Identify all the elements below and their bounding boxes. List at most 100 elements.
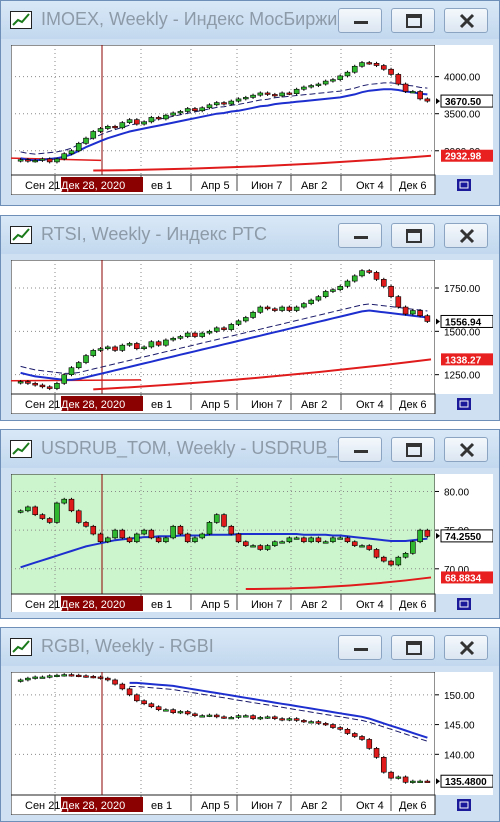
candle[interactable]	[351, 275, 358, 282]
candle[interactable]	[221, 102, 227, 105]
candle[interactable]	[308, 299, 314, 304]
candle[interactable]	[272, 541, 278, 546]
candle[interactable]	[17, 381, 24, 384]
candle[interactable]	[39, 384, 46, 388]
candle[interactable]	[279, 718, 285, 721]
minimize-button[interactable]	[338, 223, 382, 248]
chart-plot-area[interactable]: 80.0075.0070.0074.255068.8834Сен 21Дек 2…	[11, 474, 493, 614]
candle[interactable]	[250, 311, 256, 318]
candle[interactable]	[228, 324, 235, 330]
candle[interactable]	[54, 158, 60, 163]
candle[interactable]	[337, 727, 344, 730]
candle[interactable]	[90, 525, 97, 535]
candle[interactable]	[315, 537, 322, 543]
chart-window-imoex[interactable]: IMOEX, Weekly - Индекс МосБиржи 4000.00 3…	[0, 0, 500, 206]
candle[interactable]	[54, 502, 60, 523]
candle[interactable]	[301, 86, 307, 90]
scroll-end-icon[interactable]	[457, 179, 471, 191]
candle[interactable]	[388, 285, 394, 297]
candle[interactable]	[337, 285, 344, 291]
candle[interactable]	[104, 126, 111, 129]
candle[interactable]	[373, 549, 380, 558]
chart-window-rgbi[interactable]: RGBI, Weekly - RGBI 150.00 145.00 140.00 13…	[0, 627, 500, 822]
candle[interactable]	[330, 79, 336, 82]
candle[interactable]	[395, 74, 402, 85]
candle[interactable]	[228, 100, 235, 105]
candle[interactable]	[119, 529, 126, 539]
candle[interactable]	[410, 310, 416, 315]
candle[interactable]	[17, 159, 24, 162]
candle[interactable]	[75, 510, 82, 523]
candle[interactable]	[97, 348, 104, 351]
candle[interactable]	[410, 91, 416, 94]
candle[interactable]	[293, 537, 300, 540]
candle[interactable]	[388, 560, 394, 566]
scroll-end-icon[interactable]	[457, 598, 471, 610]
candle[interactable]	[242, 317, 249, 322]
candle[interactable]	[380, 65, 387, 70]
chart-window-usdrub[interactable]: USDRUB_TOM, Weekly - USDRUB_T... 80.0075…	[0, 429, 500, 619]
candle[interactable]	[25, 506, 31, 512]
candle[interactable]	[112, 126, 118, 129]
candle[interactable]	[293, 306, 300, 311]
candle[interactable]	[32, 506, 38, 515]
candle[interactable]	[141, 346, 147, 349]
candle[interactable]	[315, 83, 322, 86]
plot-background[interactable]	[11, 45, 436, 176]
candle[interactable]	[25, 381, 31, 384]
maximize-button[interactable]	[391, 437, 435, 462]
candle[interactable]	[192, 108, 198, 112]
candle[interactable]	[359, 62, 365, 67]
candle[interactable]	[286, 306, 293, 311]
candle[interactable]	[257, 306, 264, 313]
candle[interactable]	[155, 537, 162, 543]
candle[interactable]	[424, 315, 431, 322]
scroll-end-icon[interactable]	[457, 398, 471, 410]
candle[interactable]	[213, 102, 220, 106]
candle[interactable]	[228, 717, 235, 720]
scroll-end-icon[interactable]	[457, 799, 471, 811]
candle[interactable]	[141, 529, 147, 535]
candle[interactable]	[68, 367, 75, 375]
candle[interactable]	[206, 331, 213, 334]
candle[interactable]	[199, 533, 206, 539]
candle[interactable]	[359, 545, 365, 548]
candle[interactable]	[61, 374, 68, 384]
candle[interactable]	[104, 537, 111, 543]
candle[interactable]	[301, 537, 307, 543]
candle[interactable]	[344, 71, 351, 77]
close-button[interactable]	[444, 223, 488, 248]
candle[interactable]	[184, 332, 191, 337]
candle[interactable]	[32, 383, 38, 386]
chart-plot-area[interactable]: 150.00 145.00 140.00 135.4800 Сен 21 Дек 28, …	[11, 672, 493, 815]
candle[interactable]	[112, 529, 118, 539]
candle[interactable]	[170, 525, 176, 539]
candle[interactable]	[112, 679, 118, 685]
candle[interactable]	[235, 533, 242, 543]
candle[interactable]	[337, 537, 344, 540]
title-bar[interactable]: USDRUB_TOM, Weekly - USDRUB_T...	[1, 430, 499, 468]
candle[interactable]	[402, 306, 409, 315]
candle[interactable]	[395, 556, 402, 566]
candle[interactable]	[221, 327, 227, 330]
candle[interactable]	[228, 525, 235, 535]
title-bar[interactable]: RTSI, Weekly - Индекс РТС	[1, 216, 499, 254]
candle[interactable]	[61, 153, 68, 160]
candle[interactable]	[221, 514, 227, 527]
candle[interactable]	[395, 776, 402, 779]
candle[interactable]	[301, 303, 307, 308]
candle[interactable]	[54, 674, 60, 677]
close-button[interactable]	[444, 437, 488, 462]
candle[interactable]	[330, 537, 336, 543]
candle[interactable]	[402, 776, 409, 783]
candle[interactable]	[75, 143, 82, 152]
candle[interactable]	[330, 289, 336, 292]
candle[interactable]	[25, 677, 31, 681]
candle[interactable]	[279, 541, 285, 544]
candle[interactable]	[213, 514, 220, 523]
candle[interactable]	[235, 98, 242, 102]
candle[interactable]	[424, 529, 431, 537]
candle[interactable]	[46, 518, 53, 523]
candle[interactable]	[235, 715, 242, 718]
candle[interactable]	[97, 533, 104, 543]
